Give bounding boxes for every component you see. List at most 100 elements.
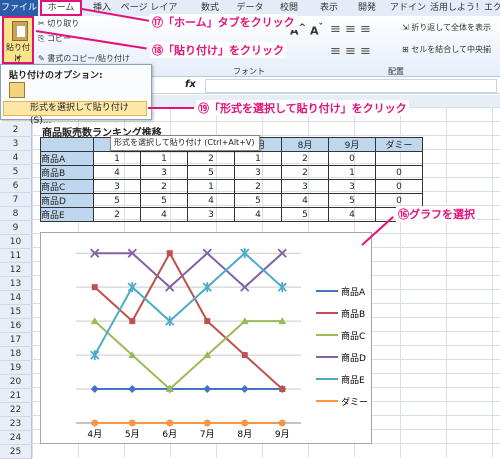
- row-header[interactable]: 19: [0, 361, 32, 375]
- data-point[interactable]: [128, 385, 137, 394]
- table-cell[interactable]: 1: [328, 165, 376, 180]
- table-cell[interactable]: 4: [93, 165, 141, 180]
- header-cell[interactable]: 8月: [281, 137, 329, 152]
- line-chart[interactable]: 4月 5月 6月 7月 8月 9月 商品A 商品B 商品C 商品D 商品E ダミー: [40, 232, 372, 444]
- data-point[interactable]: [129, 318, 136, 325]
- table-cell[interactable]: 3: [328, 179, 376, 194]
- data-point[interactable]: [204, 318, 211, 325]
- row-header[interactable]: 15: [0, 305, 32, 319]
- table-cell[interactable]: 5: [328, 193, 376, 208]
- row-name-cell[interactable]: 商品C: [40, 179, 94, 194]
- data-point[interactable]: [279, 386, 286, 393]
- header-cell[interactable]: [40, 137, 94, 152]
- row-header[interactable]: 9: [0, 221, 32, 235]
- row-header[interactable]: 4: [0, 151, 32, 165]
- data-point[interactable]: [90, 385, 99, 394]
- data-point[interactable]: [166, 419, 174, 427]
- format-painter-button[interactable]: ✎ 書式のコピー/貼り付け: [38, 53, 130, 64]
- table-cell[interactable]: 2: [93, 207, 141, 222]
- row-header[interactable]: 22: [0, 403, 32, 417]
- table-cell[interactable]: 3: [234, 165, 282, 180]
- row-header[interactable]: 21: [0, 389, 32, 403]
- table-cell[interactable]: 0: [375, 165, 423, 180]
- data-point[interactable]: [241, 352, 248, 359]
- data-point[interactable]: [240, 385, 249, 394]
- table-cell[interactable]: 5: [93, 193, 141, 208]
- formula-input[interactable]: [205, 79, 497, 93]
- tab-developer[interactable]: 開発: [353, 0, 381, 16]
- table-cell[interactable]: 3: [93, 179, 141, 194]
- row-header[interactable]: 3: [0, 137, 32, 151]
- table-cell[interactable]: 5: [140, 193, 188, 208]
- cut-button[interactable]: ✂ 切り取り: [38, 18, 79, 29]
- row-header[interactable]: 11: [0, 249, 32, 263]
- row-header[interactable]: 18: [0, 347, 32, 361]
- row-header[interactable]: 2: [0, 123, 32, 137]
- tab-addins[interactable]: アドイン: [390, 0, 426, 16]
- data-point[interactable]: [203, 419, 211, 427]
- table-cell[interactable]: 3: [140, 165, 188, 180]
- data-point[interactable]: [241, 419, 249, 427]
- row-header[interactable]: 17: [0, 333, 32, 347]
- data-point[interactable]: [91, 284, 98, 291]
- row-header[interactable]: 5: [0, 165, 32, 179]
- align-top-icon[interactable]: ≡ ≡ ≡: [330, 22, 371, 37]
- table-cell[interactable]: 1: [93, 151, 141, 166]
- series-line[interactable]: [94, 251, 283, 289]
- table-cell[interactable]: 5: [187, 165, 235, 180]
- table-cell[interactable]: [375, 151, 423, 166]
- series-line[interactable]: [93, 251, 283, 356]
- row-header[interactable]: 6: [0, 179, 32, 193]
- paste-clipboard-icon[interactable]: [9, 82, 25, 98]
- row-name-cell[interactable]: 商品B: [40, 165, 94, 180]
- table-cell[interactable]: 4: [187, 193, 235, 208]
- row-name-cell[interactable]: 商品A: [40, 151, 94, 166]
- data-point[interactable]: [166, 250, 173, 257]
- row-header[interactable]: 24: [0, 431, 32, 445]
- align-left-icon[interactable]: ≡ ≡ ≡: [330, 44, 371, 59]
- data-point[interactable]: [278, 419, 286, 427]
- table-cell[interactable]: 4: [328, 207, 376, 222]
- table-cell[interactable]: 4: [281, 193, 329, 208]
- tab-view[interactable]: 表示: [315, 0, 343, 16]
- table-cell[interactable]: 5: [234, 193, 282, 208]
- wrap-text-button[interactable]: ⇲ 折り返して全体を表示: [402, 22, 491, 33]
- data-point[interactable]: [91, 419, 99, 427]
- merge-center-button[interactable]: ⊞ セルを結合して中央揃: [402, 44, 491, 55]
- table-cell[interactable]: 3: [187, 207, 235, 222]
- row-name-cell[interactable]: 商品D: [40, 193, 94, 208]
- table-cell[interactable]: 2: [234, 179, 282, 194]
- fx-icon[interactable]: fx: [185, 79, 196, 90]
- data-point[interactable]: [128, 419, 136, 427]
- row-header[interactable]: 10: [0, 235, 32, 249]
- row-header[interactable]: 23: [0, 417, 32, 431]
- row-header[interactable]: 16: [0, 319, 32, 333]
- row-header[interactable]: 20: [0, 375, 32, 389]
- table-cell[interactable]: 2: [187, 151, 235, 166]
- table-cell[interactable]: 2: [281, 151, 329, 166]
- table-cell[interactable]: 5: [281, 207, 329, 222]
- row-header[interactable]: 7: [0, 193, 32, 207]
- tab-file[interactable]: ファイル: [0, 0, 38, 16]
- table-cell[interactable]: 4: [234, 207, 282, 222]
- paste-button[interactable]: 貼り付け ▾: [2, 16, 34, 64]
- header-cell[interactable]: ダミー: [375, 137, 423, 152]
- tab-custom[interactable]: 活用しよう！エクセ: [430, 0, 500, 16]
- data-point[interactable]: [203, 385, 212, 394]
- row-header[interactable]: 12: [0, 263, 32, 277]
- table-cell[interactable]: 0: [328, 151, 376, 166]
- row-header[interactable]: 13: [0, 277, 32, 291]
- paste-special-menu-item[interactable]: 形式を選択して貼り付け(S)...: [3, 101, 147, 126]
- table-cell[interactable]: 4: [140, 207, 188, 222]
- table-cell[interactable]: 2: [140, 179, 188, 194]
- row-name-cell[interactable]: 商品E: [40, 207, 94, 222]
- table-cell[interactable]: 1: [234, 151, 282, 166]
- header-cell[interactable]: 9月: [328, 137, 376, 152]
- row-header[interactable]: 14: [0, 291, 32, 305]
- row-header[interactable]: 8: [0, 207, 32, 221]
- table-cell[interactable]: 2: [281, 165, 329, 180]
- table-cell[interactable]: 3: [281, 179, 329, 194]
- table-cell[interactable]: 1: [187, 179, 235, 194]
- tab-home[interactable]: ホーム: [40, 0, 82, 16]
- table-cell[interactable]: 1: [140, 151, 188, 166]
